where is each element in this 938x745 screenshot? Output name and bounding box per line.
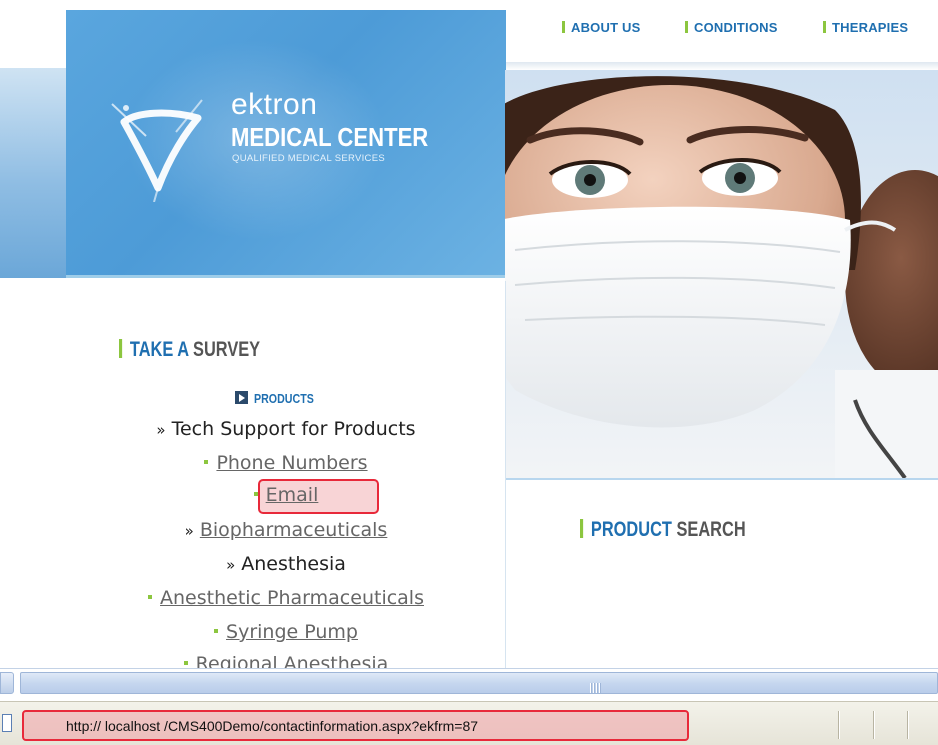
top-navigation: ABOUT US CONDITIONS THERAPIES [505,0,938,62]
sidebar-content: TAKE A SURVEY PRODUCTS » Tech Support for… [66,281,506,675]
products-label: PRODUCTS [254,391,314,406]
folder-arrow-icon: » [156,421,166,439]
tree-item-phone-numbers[interactable]: Phone Numbers [66,452,506,474]
logo-title: MEDICAL CENTER [231,122,429,152]
nav-divider [505,62,938,70]
page-icon [2,714,12,732]
survey-heading: TAKE A SURVEY [119,338,260,362]
tree-folder-tech-support[interactable]: » Tech Support for Products [66,418,506,440]
tree-item-syringe-pump[interactable]: Syringe Pump [66,621,506,643]
folder-expand-icon[interactable] [235,391,248,404]
status-pane-divider [907,711,908,739]
hero-image [505,70,938,478]
logo-panel[interactable]: ektron MEDICAL CENTER QUALIFIED MEDICAL … [66,10,506,278]
product-search-heading-a: PRODUCT [590,518,672,541]
logo-tagline: QUALIFIED MEDICAL SERVICES [232,153,385,164]
page-left-gutter [0,0,66,668]
status-pane-divider [838,711,839,739]
survey-heading-b: SURVEY [193,338,261,361]
scrollbar-grip-icon [590,678,604,693]
scrollbar-thumb[interactable] [20,672,938,694]
bullet-icon [253,492,258,496]
tree-item-email[interactable]: Email [66,484,506,506]
tree-label: Anesthesia [241,553,346,575]
nav-about-us-label: ABOUT US [571,20,641,35]
anesthetic-pharmaceuticals-link[interactable]: Anesthetic Pharmaceuticals [160,587,424,609]
bullet-icon [204,460,209,464]
status-url: http:// localhost /CMS400Demo/contactinf… [66,718,479,734]
folder-arrow-icon: » [226,556,236,574]
email-link[interactable]: Email [266,484,319,506]
heading-bullet [580,519,584,538]
nav-therapies[interactable]: THERAPIES [823,20,908,35]
product-search-heading-b: SEARCH [676,518,746,541]
nav-bullet [562,21,565,33]
bullet-icon [183,661,188,665]
nav-bullet [823,21,826,33]
nav-bullet [685,21,688,33]
ektron-logo-icon [111,99,203,202]
tree-folder-biopharmaceuticals[interactable]: » Biopharmaceuticals [66,519,506,541]
tree-folder-anesthesia[interactable]: » Anesthesia [66,553,506,575]
tree-item-anesthetic-pharmaceuticals[interactable]: Anesthetic Pharmaceuticals [66,587,506,609]
header-band [0,68,66,278]
scroll-left-button[interactable] [0,672,14,694]
product-search-heading: PRODUCT SEARCH [580,518,746,542]
syringe-pump-link[interactable]: Syringe Pump [226,621,358,643]
browser-status-bar: http:// localhost /CMS400Demo/contactinf… [0,701,938,745]
bullet-icon [148,595,153,599]
doctor-photo [505,70,938,478]
survey-heading-a: TAKE A [129,338,189,361]
folder-arrow-icon: » [184,522,194,540]
nav-conditions-label: CONDITIONS [694,20,778,35]
hero-divider [505,478,938,480]
phone-numbers-link[interactable]: Phone Numbers [216,452,367,474]
nav-therapies-label: THERAPIES [832,20,909,35]
biopharmaceuticals-link[interactable]: Biopharmaceuticals [200,519,388,541]
logo-brand: ektron [231,88,318,121]
nav-conditions[interactable]: CONDITIONS [685,20,778,35]
heading-bullet [119,339,123,358]
tree-label: Tech Support for Products [171,418,416,440]
products-header[interactable]: PRODUCTS [235,388,327,407]
bullet-icon [214,629,219,633]
horizontal-scrollbar[interactable] [0,668,938,701]
status-pane-divider [873,711,874,739]
nav-about-us[interactable]: ABOUT US [562,20,641,35]
